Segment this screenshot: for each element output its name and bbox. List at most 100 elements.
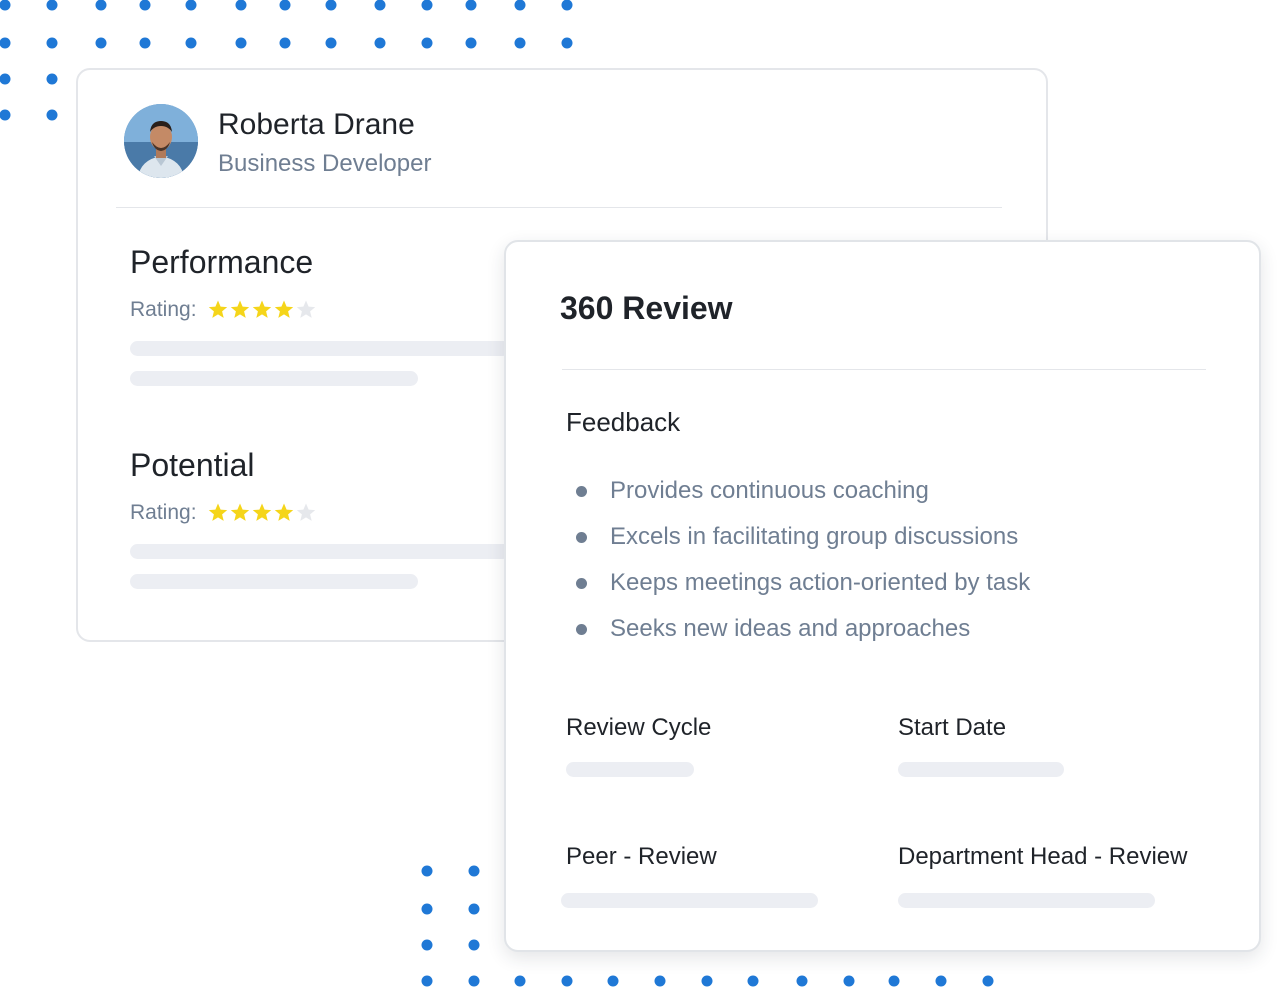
dot-decoration (796, 975, 808, 987)
dot-decoration (46, 73, 58, 85)
star-filled-icon (230, 503, 249, 521)
performance-skeleton-line (130, 341, 510, 356)
dot-decoration (139, 0, 151, 11)
department-head-review-label: Department Head - Review (898, 843, 1188, 870)
divider (116, 207, 1002, 208)
potential-rating-label: Rating: (130, 501, 197, 524)
feedback-item: Keeps meetings action-oriented by task (576, 560, 1030, 606)
dot-decoration (888, 975, 900, 987)
dot-decoration (0, 37, 11, 49)
dot-decoration (95, 0, 107, 11)
star-filled-icon (208, 300, 227, 318)
feedback-title: Feedback (566, 407, 681, 437)
dot-decoration (421, 939, 433, 951)
review-title: 360 Review (560, 290, 733, 326)
dot-decoration (468, 975, 480, 987)
dot-decoration (421, 975, 433, 987)
divider (562, 369, 1206, 370)
peer-review-value-placeholder (561, 893, 818, 908)
dot-decoration (235, 37, 247, 49)
potential-title: Potential (130, 447, 255, 483)
dot-decoration (468, 903, 480, 915)
star-filled-icon (252, 300, 271, 318)
bullet-icon (576, 623, 587, 635)
dot-decoration (95, 37, 107, 49)
performance-title: Performance (130, 244, 314, 280)
dot-decoration (561, 975, 573, 987)
star-filled-icon (274, 300, 293, 318)
dot-decoration (279, 0, 291, 11)
dot-decoration (139, 37, 151, 49)
performance-rating: Rating: (130, 298, 317, 322)
bullet-icon (576, 485, 587, 497)
dot-decoration (982, 975, 994, 987)
feedback-list: Provides continuous coaching Excels in f… (576, 468, 1030, 652)
star-empty-icon (296, 300, 315, 318)
dot-decoration (701, 975, 713, 987)
department-head-review-value-placeholder (898, 893, 1155, 908)
dot-decoration (514, 975, 526, 987)
avatar (124, 104, 198, 178)
star-filled-icon (252, 503, 271, 521)
dot-decoration (46, 0, 58, 11)
dot-decoration (374, 0, 386, 11)
dot-decoration (935, 975, 947, 987)
dot-decoration (561, 0, 573, 11)
potential-stars (207, 502, 317, 524)
review-cycle-label: Review Cycle (566, 714, 712, 741)
star-empty-icon (296, 503, 315, 521)
feedback-item-text: Keeps meetings action-oriented by task (610, 569, 1031, 596)
dot-decoration (185, 37, 197, 49)
profile-role: Business Developer (218, 150, 432, 177)
dot-decoration (843, 975, 855, 987)
dot-decoration (279, 37, 291, 49)
dot-decoration (46, 37, 58, 49)
dot-decoration (325, 37, 337, 49)
dot-decoration (0, 73, 11, 85)
dot-decoration (654, 975, 666, 987)
user-photo-icon (124, 104, 198, 178)
dot-decoration (465, 37, 477, 49)
dot-decoration (421, 865, 433, 877)
dot-decoration (0, 109, 11, 121)
performance-skeleton-line (130, 371, 418, 386)
dot-decoration (561, 37, 573, 49)
review-card: 360 Review Feedback Provides continuous … (504, 240, 1261, 952)
dot-decoration (468, 865, 480, 877)
feedback-item-text: Seeks new ideas and approaches (610, 615, 971, 642)
feedback-item: Provides continuous coaching (576, 468, 1030, 514)
dot-decoration (235, 0, 247, 11)
star-filled-icon (274, 503, 293, 521)
dot-decoration (325, 0, 337, 11)
performance-rating-label: Rating: (130, 298, 197, 321)
dot-decoration (514, 0, 526, 11)
dot-decoration (465, 0, 477, 11)
performance-stars (207, 299, 317, 321)
star-filled-icon (208, 503, 227, 521)
dot-decoration (468, 939, 480, 951)
feedback-item-text: Provides continuous coaching (610, 477, 929, 504)
feedback-item: Seeks new ideas and approaches (576, 606, 1030, 652)
dot-decoration (46, 109, 58, 121)
peer-review-label: Peer - Review (566, 843, 717, 870)
dot-decoration (0, 0, 11, 11)
dot-decoration (185, 0, 197, 11)
feedback-item: Excels in facilitating group discussions (576, 514, 1030, 560)
feedback-item-text: Excels in facilitating group discussions (610, 523, 1019, 550)
start-date-label: Start Date (898, 714, 1007, 741)
dot-decoration (421, 37, 433, 49)
bullet-icon (576, 577, 587, 589)
potential-skeleton-line (130, 544, 510, 559)
profile-name: Roberta Drane (218, 108, 415, 141)
dot-decoration (607, 975, 619, 987)
dot-decoration (421, 0, 433, 11)
potential-skeleton-line (130, 574, 418, 589)
dot-decoration (421, 903, 433, 915)
start-date-value-placeholder (898, 762, 1064, 777)
potential-rating: Rating: (130, 501, 317, 525)
bullet-icon (576, 531, 587, 543)
star-filled-icon (230, 300, 249, 318)
dot-decoration (514, 37, 526, 49)
dot-decoration (747, 975, 759, 987)
dot-decoration (374, 37, 386, 49)
